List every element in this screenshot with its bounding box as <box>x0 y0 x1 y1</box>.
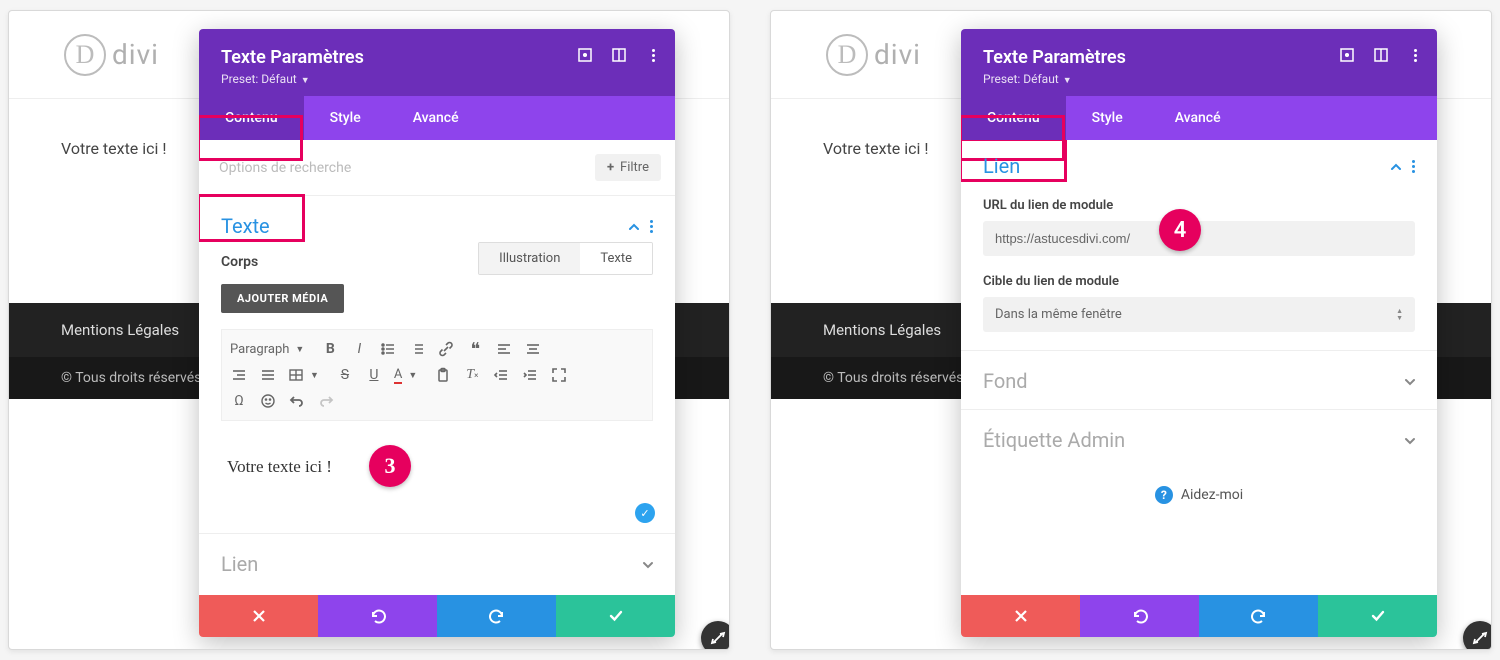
badge-3: 3 <box>369 445 411 487</box>
justify-icon[interactable] <box>259 366 277 384</box>
responsive-icon[interactable] <box>1339 47 1355 63</box>
textcolor-icon[interactable]: A▼ <box>394 367 423 384</box>
paste-icon[interactable] <box>434 366 452 384</box>
editor-text: Votre texte ici ! <box>227 457 332 476</box>
more-icon[interactable] <box>1407 47 1423 63</box>
indent-icon[interactable] <box>521 366 539 384</box>
accordion-lien[interactable]: Lien <box>961 140 1437 194</box>
editor-toolbar: Paragraph▼ B I ❝ <box>221 329 653 421</box>
outdent-icon[interactable] <box>492 366 510 384</box>
frame-left: D divi Votre texte ici ! Mentions Légale… <box>8 10 730 650</box>
page-text: Votre texte ici ! <box>61 139 167 158</box>
undo-button[interactable] <box>1080 595 1199 637</box>
clear-icon[interactable]: T× <box>463 366 481 384</box>
link-url-label: URL du lien de module <box>983 198 1415 213</box>
expand-corner-icon[interactable] <box>1463 621 1492 650</box>
accordion-texte[interactable]: Texte <box>199 196 675 254</box>
action-bar <box>199 595 675 637</box>
add-media-button[interactable]: AJOUTER MÉDIA <box>221 284 344 313</box>
bold-icon[interactable]: B <box>321 340 339 358</box>
italic-icon[interactable]: I <box>350 340 368 358</box>
tab-contenu[interactable]: Contenu <box>199 96 304 140</box>
logo: D divi <box>64 34 159 76</box>
logo-icon: D <box>826 34 868 76</box>
page-text: Votre texte ici ! <box>823 139 929 158</box>
accordion-etiquette-admin[interactable]: Étiquette Admin <box>961 410 1437 468</box>
more-icon[interactable] <box>645 47 661 63</box>
logo: D divi <box>826 34 921 76</box>
logo-text: divi <box>874 38 921 71</box>
align-right-icon[interactable] <box>230 366 248 384</box>
link-url-input[interactable] <box>983 221 1415 256</box>
settings-modal: Texte Paramètres Preset: Défaut▼ <box>961 29 1437 637</box>
cancel-button[interactable] <box>199 595 318 637</box>
tab-style[interactable]: Style <box>1066 96 1149 140</box>
modal-header: Texte Paramètres Preset: Défaut▼ <box>199 29 675 96</box>
link-target-select[interactable]: Dans la même fenêtre ▲▼ <box>983 297 1415 332</box>
save-button[interactable] <box>556 595 675 637</box>
footer-link-legal[interactable]: Mentions Légales <box>61 321 179 339</box>
tab-contenu[interactable]: Contenu <box>961 96 1066 140</box>
settings-modal: Texte Paramètres Preset: Défaut▼ <box>199 29 675 637</box>
emoji-icon[interactable] <box>259 392 277 410</box>
save-button[interactable] <box>1318 595 1437 637</box>
redo-button[interactable] <box>1199 595 1318 637</box>
table-icon[interactable]: ▼ <box>288 367 325 383</box>
cancel-button[interactable] <box>961 595 1080 637</box>
filter-button[interactable]: +Filtre <box>595 154 661 181</box>
undo-button[interactable] <box>318 595 437 637</box>
help-link[interactable]: ? Aidez-moi <box>961 468 1437 522</box>
undo-icon[interactable] <box>288 392 306 410</box>
modal-tabs: Contenu Style Avancé <box>199 96 675 140</box>
search-input[interactable]: Options de recherche <box>219 160 595 176</box>
align-center-icon[interactable] <box>524 340 542 358</box>
frame-right: D divi Votre texte ici ! Mentions Légale… <box>770 10 1492 650</box>
omega-icon[interactable]: Ω <box>230 392 248 410</box>
layout-icon[interactable] <box>1373 47 1389 63</box>
redo-icon[interactable] <box>317 392 335 410</box>
accordion-menu-icon[interactable] <box>1411 160 1415 173</box>
editor-area[interactable]: Votre texte ici ! 3 ✓ <box>221 435 653 519</box>
link-icon[interactable] <box>437 340 455 358</box>
tab-avance[interactable]: Avancé <box>387 96 485 140</box>
tab-style[interactable]: Style <box>304 96 387 140</box>
fullscreen-icon[interactable] <box>550 366 568 384</box>
underline-icon[interactable]: U <box>365 366 383 384</box>
strike-icon[interactable]: S <box>336 366 354 384</box>
ul-icon[interactable] <box>379 340 397 358</box>
accordion-lien[interactable]: Lien <box>199 534 675 592</box>
link-target-label: Cible du lien de module <box>983 274 1415 289</box>
editor-check-icon[interactable]: ✓ <box>635 503 655 523</box>
responsive-icon[interactable] <box>577 47 593 63</box>
redo-button[interactable] <box>437 595 556 637</box>
modal-tabs: Contenu Style Avancé <box>961 96 1437 140</box>
help-icon: ? <box>1155 486 1173 504</box>
footer-link-legal[interactable]: Mentions Légales <box>823 321 941 339</box>
footer-copyright: © Tous droits réservés <box>61 370 201 386</box>
modal-preset[interactable]: Preset: Défaut▼ <box>221 72 653 86</box>
accordion-fond[interactable]: Fond <box>961 351 1437 409</box>
expand-corner-icon[interactable] <box>701 621 730 650</box>
tab-avance[interactable]: Avancé <box>1149 96 1247 140</box>
modal-header: Texte Paramètres Preset: Défaut▼ <box>961 29 1437 96</box>
logo-icon: D <box>64 34 106 76</box>
accordion-menu-icon[interactable] <box>649 220 653 233</box>
ol-icon[interactable] <box>408 340 426 358</box>
action-bar <box>961 595 1437 637</box>
modal-preset[interactable]: Preset: Défaut▼ <box>983 72 1415 86</box>
layout-icon[interactable] <box>611 47 627 63</box>
paragraph-select[interactable]: Paragraph▼ <box>230 342 310 357</box>
quote-icon[interactable]: ❝ <box>466 340 484 358</box>
align-left-icon[interactable] <box>495 340 513 358</box>
logo-text: divi <box>112 38 159 71</box>
